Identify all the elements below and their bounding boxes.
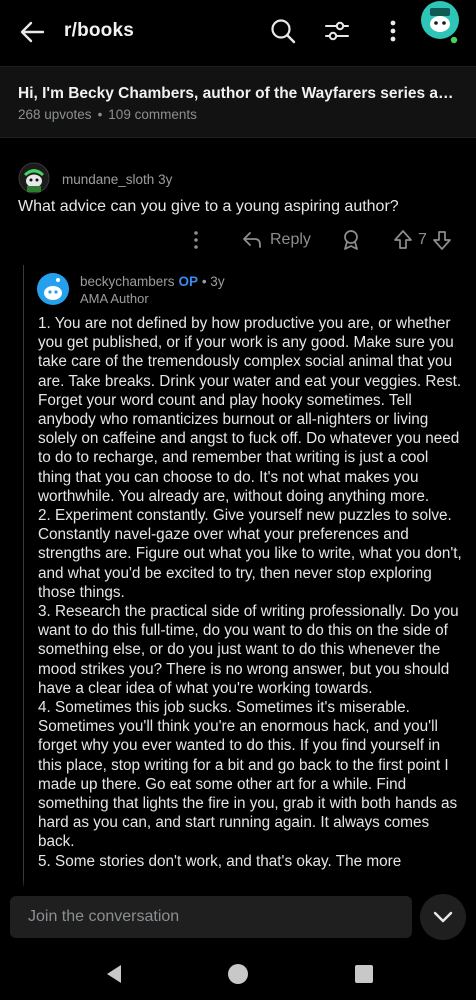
top-app-bar: r/books: [0, 0, 476, 64]
collapse-thread-button[interactable]: [420, 894, 466, 940]
op-avatar-icon[interactable]: [36, 272, 70, 306]
more-vertical-icon: [194, 231, 198, 249]
op-username[interactable]: beckychambers: [80, 274, 175, 289]
downvote-icon[interactable]: [431, 228, 453, 252]
advice-paragraph-4: 4. Sometimes this job sucks. Sometimes i…: [38, 699, 458, 851]
thread-line[interactable]: [23, 265, 24, 890]
post-title[interactable]: Hi, I'm Becky Chambers, author of the Wa…: [18, 85, 460, 103]
reply-button[interactable]: Reply: [240, 226, 311, 254]
filter-sliders-icon[interactable]: [322, 16, 352, 46]
vote-control: 7: [392, 226, 453, 254]
award-icon: [344, 230, 358, 250]
meta-separator: •: [97, 107, 103, 122]
nav-home-icon[interactable]: [226, 962, 250, 986]
back-arrow-icon[interactable]: [18, 18, 46, 46]
user-flair: AMA Author: [80, 291, 149, 306]
user-avatar-icon[interactable]: [418, 0, 462, 44]
comment-actions: Reply 7: [0, 226, 476, 254]
comment-more-button[interactable]: [186, 226, 206, 254]
more-vertical-icon[interactable]: [378, 16, 408, 46]
upvote-count: 268 upvotes: [18, 107, 92, 122]
search-icon[interactable]: [268, 16, 298, 46]
bottom-composer-bar: Join the conversation: [0, 886, 476, 948]
op-comment-age: • 3y: [201, 274, 225, 289]
reply-label: Reply: [270, 231, 311, 248]
post-header[interactable]: Hi, I'm Becky Chambers, author of the Wa…: [0, 66, 476, 138]
subreddit-name[interactable]: r/books: [64, 20, 134, 42]
op-badge: OP: [178, 274, 199, 289]
join-placeholder: Join the conversation: [28, 908, 180, 925]
post-meta: 268 upvotes • 109 comments: [18, 107, 197, 122]
nav-back-icon[interactable]: [102, 962, 126, 986]
chevron-down-icon: [433, 911, 453, 923]
comment-author-line: mundane_sloth 3y: [62, 172, 172, 187]
comment-count: 109 comments: [108, 107, 197, 122]
award-button[interactable]: [340, 226, 362, 254]
reply-arrow-icon: [243, 232, 261, 248]
join-conversation-input[interactable]: Join the conversation: [10, 896, 412, 938]
advice-paragraph-5: 5. Some stories don't work, and that's o…: [38, 852, 402, 870]
advice-paragraph-3: 3. Research the practical side of writin…: [38, 603, 459, 697]
op-comment-body: 1. You are not defined by how productive…: [38, 314, 462, 871]
advice-paragraph-2: 2. Experiment constantly. Give yourself …: [38, 507, 462, 601]
upvote-icon[interactable]: [392, 228, 414, 252]
comment-username[interactable]: mundane_sloth: [62, 172, 154, 187]
nav-recents-icon[interactable]: [352, 962, 376, 986]
commenter-avatar-icon[interactable]: [18, 162, 50, 194]
system-nav-bar: [0, 948, 476, 1000]
op-author-line: beckychambers OP • 3y: [80, 274, 225, 289]
comment-age: 3y: [158, 172, 173, 187]
comment-body: What advice can you give to a young aspi…: [18, 198, 399, 215]
comment-score: 7: [418, 231, 427, 248]
advice-paragraph-1: 1. You are not defined by how productive…: [38, 315, 462, 505]
